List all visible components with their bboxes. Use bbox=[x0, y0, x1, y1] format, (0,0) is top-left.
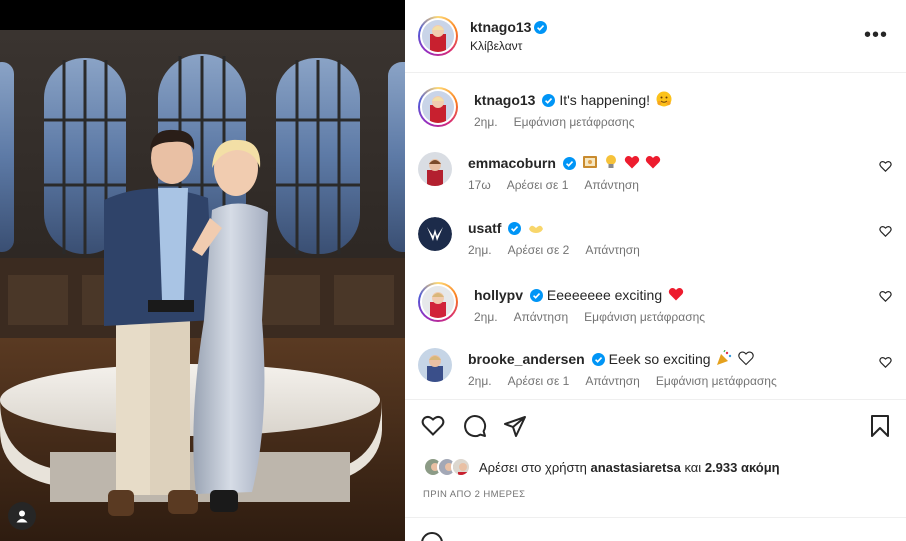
post-location[interactable]: Κλίβελαντ bbox=[470, 37, 547, 55]
red-heart-icon bbox=[668, 288, 684, 301]
comment-item: brooke_andersen Eeek so exciting 2ημ. Αρ… bbox=[418, 348, 906, 388]
comment-item: usatf 2ημ. Αρέσει σε 2 Απάντηση bbox=[418, 217, 906, 257]
caption: ktnago13 It's happening! 2ημ. Εμφάνιση μ… bbox=[418, 87, 906, 129]
verified-badge-icon bbox=[562, 157, 576, 170]
hugging-face-icon bbox=[656, 91, 672, 107]
post-header: ktnago13 Κλίβελαντ ••• bbox=[405, 0, 906, 73]
likes-and: και bbox=[684, 459, 702, 475]
see-translation-link[interactable]: Εμφάνιση μετάφρασης bbox=[656, 374, 777, 388]
comment-username[interactable]: hollypv bbox=[474, 287, 523, 303]
verified-badge-icon bbox=[591, 353, 605, 366]
party-popper-icon bbox=[717, 350, 732, 365]
person-icon bbox=[16, 510, 28, 523]
comment-text: Eeek so exciting bbox=[608, 351, 711, 367]
reply-button[interactable]: Απάντηση bbox=[584, 178, 639, 192]
likes-summary: Αρέσει στο χρήστη anastasiaretsa και 2.9… bbox=[423, 457, 780, 477]
post-timestamp[interactable]: ΠΡΙΝ ΑΠΟ 2 ΗΜΕΡΕΣ bbox=[423, 489, 525, 500]
verified-badge-icon bbox=[534, 20, 548, 34]
couple-photo bbox=[0, 0, 405, 541]
share-icon[interactable] bbox=[503, 414, 527, 438]
red-heart-icon bbox=[646, 156, 661, 169]
comment-item: hollypv Eeeeeeee exciting 2ημ. Απάντηση … bbox=[418, 282, 906, 324]
comment-likes[interactable]: Αρέσει σε 2 bbox=[508, 243, 570, 257]
see-translation-link[interactable]: Εμφάνιση μετάφρασης bbox=[514, 115, 635, 129]
lightbulb-icon bbox=[605, 155, 616, 168]
comments-list: ktnago13 It's happening! 2ημ. Εμφάνιση μ… bbox=[405, 73, 906, 399]
comment-icon[interactable] bbox=[463, 414, 487, 438]
like-comment-heart-icon[interactable] bbox=[879, 225, 892, 237]
comment-username[interactable]: brooke_andersen bbox=[468, 351, 585, 367]
liker-username[interactable]: anastasiaretsa bbox=[590, 460, 680, 475]
commenter-avatar[interactable] bbox=[418, 152, 452, 186]
author-avatar[interactable] bbox=[418, 16, 458, 56]
comment-username[interactable]: emmacoburn bbox=[468, 155, 556, 171]
verified-badge-icon bbox=[542, 94, 556, 107]
liker-avatars[interactable] bbox=[423, 457, 471, 477]
caption-text: It's happening! bbox=[559, 92, 650, 108]
post-actions: Αρέσει στο χρήστη anastasiaretsa και 2.9… bbox=[405, 399, 906, 541]
comment-text: Eeeeeeee exciting bbox=[546, 287, 663, 303]
reply-button[interactable]: Απάντηση bbox=[514, 310, 569, 324]
like-comment-heart-icon[interactable] bbox=[879, 160, 892, 172]
comment-time[interactable]: 17ω bbox=[468, 178, 491, 192]
tagged-users-button[interactable] bbox=[8, 502, 36, 530]
more-options-icon[interactable]: ••• bbox=[864, 25, 888, 45]
comment-item: emmacoburn 17ω Αρέσει σε 1 Απάντηση bbox=[418, 152, 906, 192]
add-comment-bar[interactable] bbox=[405, 517, 906, 541]
commenter-avatar[interactable] bbox=[418, 282, 458, 322]
post-photo[interactable] bbox=[0, 0, 405, 541]
verified-badge-icon bbox=[508, 222, 522, 235]
comment-time[interactable]: 2ημ. bbox=[468, 374, 492, 388]
comment-username[interactable]: usatf bbox=[468, 220, 501, 236]
framed-picture-icon bbox=[582, 156, 597, 168]
caption-time[interactable]: 2ημ. bbox=[474, 115, 498, 129]
comment-time[interactable]: 2ημ. bbox=[468, 243, 492, 257]
caption-avatar[interactable] bbox=[418, 87, 458, 127]
post-panel: ktnago13 Κλίβελαντ ••• ktnago13 It's hap… bbox=[405, 0, 906, 541]
like-heart-icon[interactable] bbox=[421, 414, 445, 436]
save-bookmark-icon[interactable] bbox=[870, 414, 890, 438]
red-heart-icon bbox=[624, 156, 639, 169]
like-comment-heart-icon[interactable] bbox=[879, 290, 892, 302]
author-username[interactable]: ktnago13 bbox=[470, 19, 531, 35]
commenter-avatar[interactable] bbox=[418, 348, 452, 382]
likes-count[interactable]: 2.933 ακόμη bbox=[705, 460, 780, 475]
verified-badge-icon bbox=[530, 289, 544, 302]
emoji-picker-icon[interactable] bbox=[421, 532, 443, 541]
commenter-avatar[interactable] bbox=[418, 217, 452, 251]
white-heart-icon bbox=[738, 351, 755, 366]
heart-hands-icon bbox=[529, 225, 544, 233]
like-comment-heart-icon[interactable] bbox=[879, 356, 892, 368]
likes-prefix: Αρέσει στο χρήστη bbox=[479, 459, 587, 475]
comment-likes[interactable]: Αρέσει σε 1 bbox=[507, 178, 569, 192]
see-translation-link[interactable]: Εμφάνιση μετάφρασης bbox=[584, 310, 705, 324]
comment-time[interactable]: 2ημ. bbox=[474, 310, 498, 324]
comment-likes[interactable]: Αρέσει σε 1 bbox=[508, 374, 570, 388]
reply-button[interactable]: Απάντηση bbox=[585, 243, 640, 257]
caption-username[interactable]: ktnago13 bbox=[474, 92, 535, 108]
reply-button[interactable]: Απάντηση bbox=[585, 374, 640, 388]
